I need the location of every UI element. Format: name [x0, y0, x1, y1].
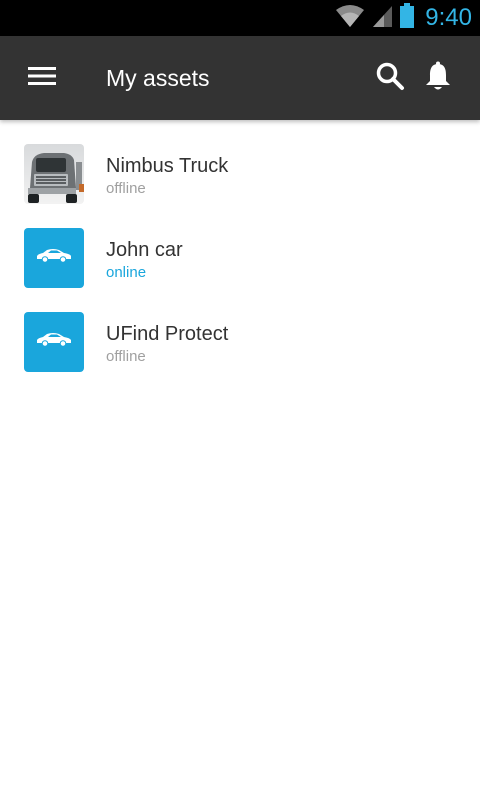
truck-photo	[24, 144, 84, 204]
asset-row-nimbus-truck[interactable]: Nimbus Truck offline	[0, 120, 480, 204]
asset-name: Nimbus Truck	[106, 155, 229, 177]
car-icon	[35, 248, 73, 269]
status-icons: 9:40	[335, 0, 472, 36]
asset-name: UFind Protect	[106, 323, 229, 345]
asset-thumbnail	[24, 228, 84, 288]
asset-status: online	[106, 264, 147, 281]
asset-status: offline	[106, 180, 146, 197]
search-icon	[375, 61, 405, 96]
hamburger-menu-icon	[28, 66, 56, 91]
app-bar: My assets	[0, 36, 480, 120]
page-title: My assets	[106, 65, 210, 91]
menu-button[interactable]	[22, 60, 62, 96]
asset-row-ufind-protect[interactable]: UFind Protect offline	[0, 288, 480, 372]
asset-thumbnail	[24, 312, 84, 372]
asset-name: John car	[106, 239, 183, 261]
car-icon	[35, 332, 73, 353]
notifications-button[interactable]	[418, 60, 458, 96]
status-time: 9:40	[425, 4, 472, 31]
asset-row-john-car[interactable]: John car online	[0, 204, 480, 288]
search-button[interactable]	[370, 60, 410, 96]
bell-icon	[425, 61, 451, 96]
battery-icon	[399, 2, 415, 34]
status-bar: 9:40	[0, 0, 480, 36]
asset-status: offline	[106, 348, 146, 365]
cell-signal-icon	[371, 4, 393, 33]
asset-list: Nimbus Truck offline John car online UFi…	[0, 120, 480, 372]
wifi-icon	[335, 4, 365, 33]
